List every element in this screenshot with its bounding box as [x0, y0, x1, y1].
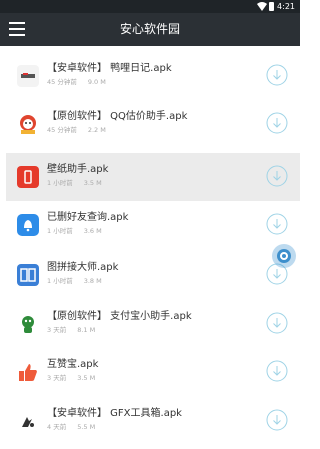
file-time: 1 小时前	[47, 227, 73, 235]
file-name: 壁纸助手.apk	[47, 164, 109, 175]
file-name: 图拼接大师.apk	[47, 262, 119, 273]
file-size: 2.2 M	[87, 126, 106, 134]
list-item[interactable]: 图拼接大师.apk 1 小时前 3.8 M	[6, 251, 300, 299]
download-icon[interactable]	[266, 409, 288, 431]
file-time: 1 小时前	[47, 277, 73, 285]
list-item[interactable]: 【原创软件】 QQ估价助手.apk 45 分钟前 2.2 M	[6, 100, 300, 148]
wallpaper-icon	[17, 166, 39, 188]
app-bar: 安心软件园	[0, 13, 300, 46]
bell-icon	[17, 214, 39, 236]
status-time: 4:21	[277, 2, 295, 11]
file-name: 已删好友查询.apk	[47, 212, 129, 223]
file-time: 3 天前	[47, 326, 67, 334]
download-icon[interactable]	[266, 213, 288, 235]
file-time: 1 小时前	[47, 179, 73, 187]
file-meta: 1 小时前 3.6 M	[47, 227, 102, 236]
file-size: 3.8 M	[83, 277, 102, 285]
download-icon[interactable]	[266, 64, 288, 86]
list-item[interactable]: 【原创软件】 支付宝小助手.apk 3 天前 8.1 M	[6, 300, 300, 348]
list-item[interactable]: 已删好友查询.apk 1 小时前 3.6 M	[6, 201, 300, 249]
file-meta: 3 天前 8.1 M	[47, 326, 95, 335]
file-meta: 45 分钟前 9.0 M	[47, 78, 106, 87]
file-name: 【安卓软件】 鸭哩日记.apk	[47, 63, 172, 74]
file-name: 互赞宝.apk	[47, 359, 99, 370]
file-time: 45 分钟前	[47, 78, 77, 86]
file-size: 8.1 M	[77, 326, 96, 334]
floating-action-button[interactable]	[272, 244, 296, 268]
file-meta: 4 天前 5.5 M	[47, 423, 95, 432]
list-item[interactable]: 互赞宝.apk 3 天前 3.5 M	[6, 348, 300, 396]
list-item[interactable]: 壁纸助手.apk 1 小时前 3.5 M	[6, 153, 300, 201]
list-item[interactable]: 【安卓软件】 GFX工具箱.apk 4 天前 5.5 M	[6, 397, 300, 445]
file-size: 3.6 M	[83, 227, 102, 235]
list-item[interactable]: 【安卓软件】 鸭哩日记.apk 45 分钟前 9.0 M	[6, 52, 300, 100]
file-name: 【安卓软件】 GFX工具箱.apk	[47, 408, 182, 419]
status-bar: 4:21	[0, 0, 300, 13]
file-meta: 1 小时前 3.5 M	[47, 179, 102, 188]
android-app-icon	[17, 65, 39, 87]
file-size: 3.5 M	[77, 374, 96, 382]
download-icon[interactable]	[266, 165, 288, 187]
gfx-tool-icon	[17, 410, 39, 432]
file-time: 4 天前	[47, 423, 67, 431]
file-time: 45 分钟前	[47, 126, 77, 134]
battery-icon	[269, 2, 274, 11]
file-size: 9.0 M	[87, 78, 106, 86]
file-time: 3 天前	[47, 374, 67, 382]
alipay-helper-icon	[17, 313, 39, 335]
download-icon[interactable]	[266, 360, 288, 382]
download-icon[interactable]	[266, 312, 288, 334]
image-stitch-icon	[17, 264, 39, 286]
download-icon[interactable]	[266, 112, 288, 134]
qq-valuation-icon	[17, 113, 39, 135]
thumbs-up-icon	[17, 361, 39, 383]
file-meta: 3 天前 3.5 M	[47, 374, 95, 383]
file-size: 3.5 M	[83, 179, 102, 187]
file-meta: 1 小时前 3.8 M	[47, 277, 102, 286]
wifi-icon	[257, 2, 267, 11]
file-name: 【原创软件】 QQ估价助手.apk	[47, 111, 188, 122]
file-size: 5.5 M	[77, 423, 96, 431]
page-title: 安心软件园	[119, 22, 180, 36]
file-meta: 45 分钟前 2.2 M	[47, 126, 106, 135]
file-name: 【原创软件】 支付宝小助手.apk	[47, 311, 192, 322]
